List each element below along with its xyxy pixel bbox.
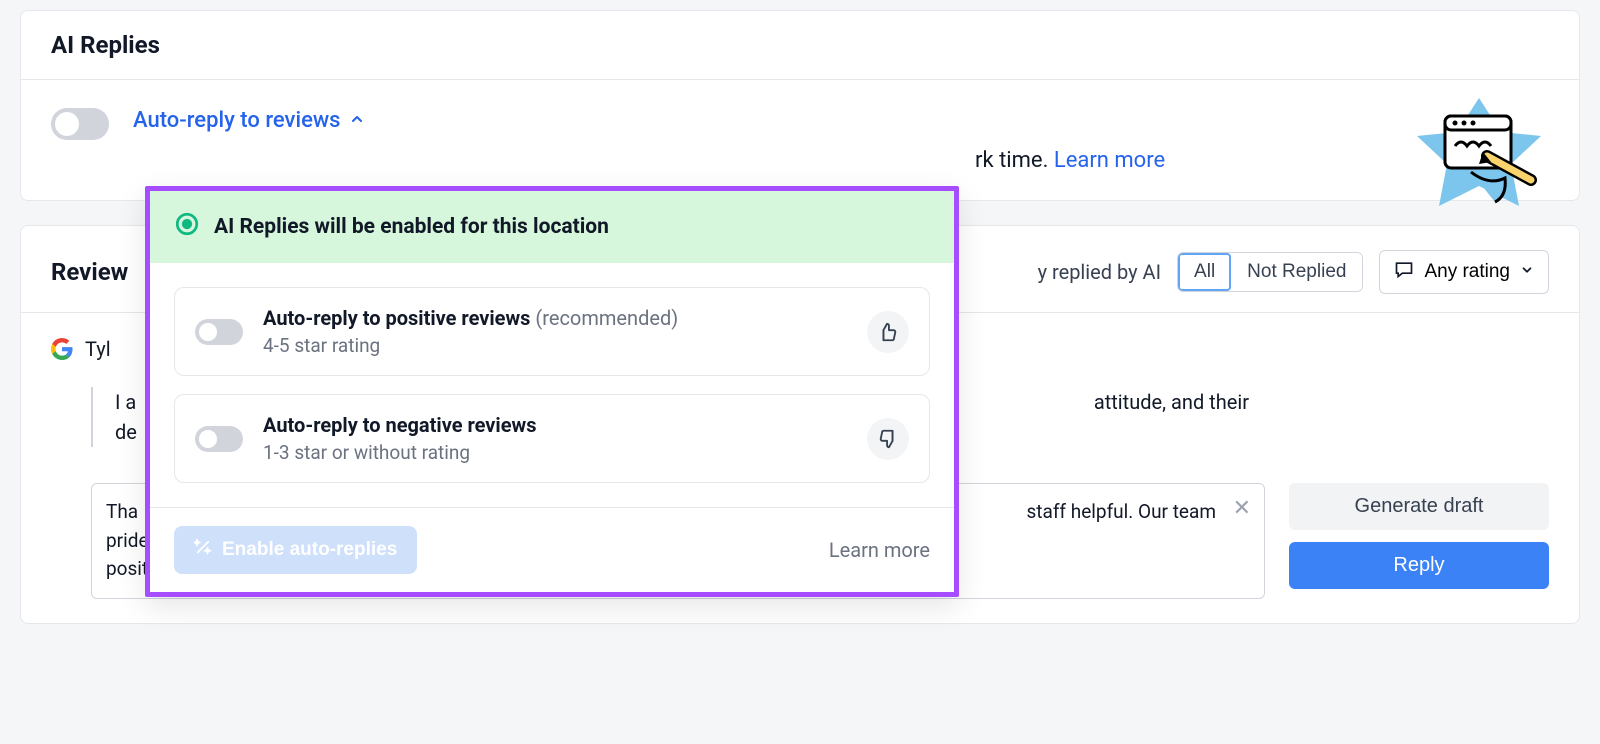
- description-fragment: rk time. Learn more: [975, 148, 1165, 173]
- auto-reply-label: Auto-reply to reviews: [133, 108, 341, 133]
- filter-not-replied-button[interactable]: Not Replied: [1231, 253, 1362, 291]
- generate-draft-button[interactable]: Generate draft: [1289, 483, 1549, 530]
- popover-banner-text: AI Replies will be enabled for this loca…: [214, 215, 609, 239]
- negative-toggle[interactable]: [195, 426, 243, 452]
- rating-filter-label: Any rating: [1424, 261, 1510, 283]
- reply-filter-segment: All Not Replied: [1177, 252, 1363, 292]
- illustration-icon: [1409, 90, 1549, 230]
- popover-banner: AI Replies will be enabled for this loca…: [150, 191, 954, 263]
- reviews-title: Review: [51, 258, 128, 286]
- learn-more-link[interactable]: Learn more: [1054, 148, 1165, 173]
- positive-suffix: (recommended): [535, 306, 678, 330]
- positive-toggle[interactable]: [195, 319, 243, 345]
- enable-button-label: Enable auto-replies: [222, 539, 397, 561]
- negative-title: Auto-reply to negative reviews: [263, 413, 847, 437]
- replied-by-ai-fragment: y replied by AI: [1038, 260, 1161, 284]
- chevron-up-icon: [349, 111, 365, 131]
- popover-learn-more[interactable]: Learn more: [829, 538, 930, 562]
- chat-icon: [1394, 259, 1414, 285]
- location-pin-icon: [174, 211, 200, 243]
- ai-replies-title: AI Replies: [21, 11, 1579, 80]
- auto-reply-dropdown[interactable]: Auto-reply to reviews: [133, 108, 365, 133]
- enable-auto-replies-button[interactable]: Enable auto-replies: [174, 526, 417, 574]
- thumbs-up-icon: [867, 311, 909, 353]
- auto-reply-popover: AI Replies will be enabled for this loca…: [145, 186, 959, 597]
- clear-reply-button[interactable]: ✕: [1233, 495, 1251, 521]
- positive-sub: 4-5 star rating: [263, 334, 847, 357]
- reviewer-name: Tyl: [85, 337, 111, 361]
- reply-button[interactable]: Reply: [1289, 542, 1549, 589]
- rating-filter-button[interactable]: Any rating: [1379, 250, 1549, 294]
- ai-replies-toggle[interactable]: [51, 108, 109, 140]
- magic-wand-icon: [194, 538, 212, 562]
- negative-sub: 1-3 star or without rating: [263, 441, 847, 464]
- filter-all-button[interactable]: All: [1178, 253, 1231, 291]
- google-icon: [51, 338, 73, 360]
- thumbs-down-icon: [867, 418, 909, 460]
- negative-review-option: Auto-reply to negative reviews 1-3 star …: [174, 394, 930, 483]
- positive-review-option: Auto-reply to positive reviews (recommen…: [174, 287, 930, 376]
- positive-title: Auto-reply to positive reviews: [263, 306, 530, 330]
- chevron-down-icon: [1520, 261, 1534, 283]
- ai-replies-card: AI Replies Auto-reply to reviews rk time…: [20, 10, 1580, 201]
